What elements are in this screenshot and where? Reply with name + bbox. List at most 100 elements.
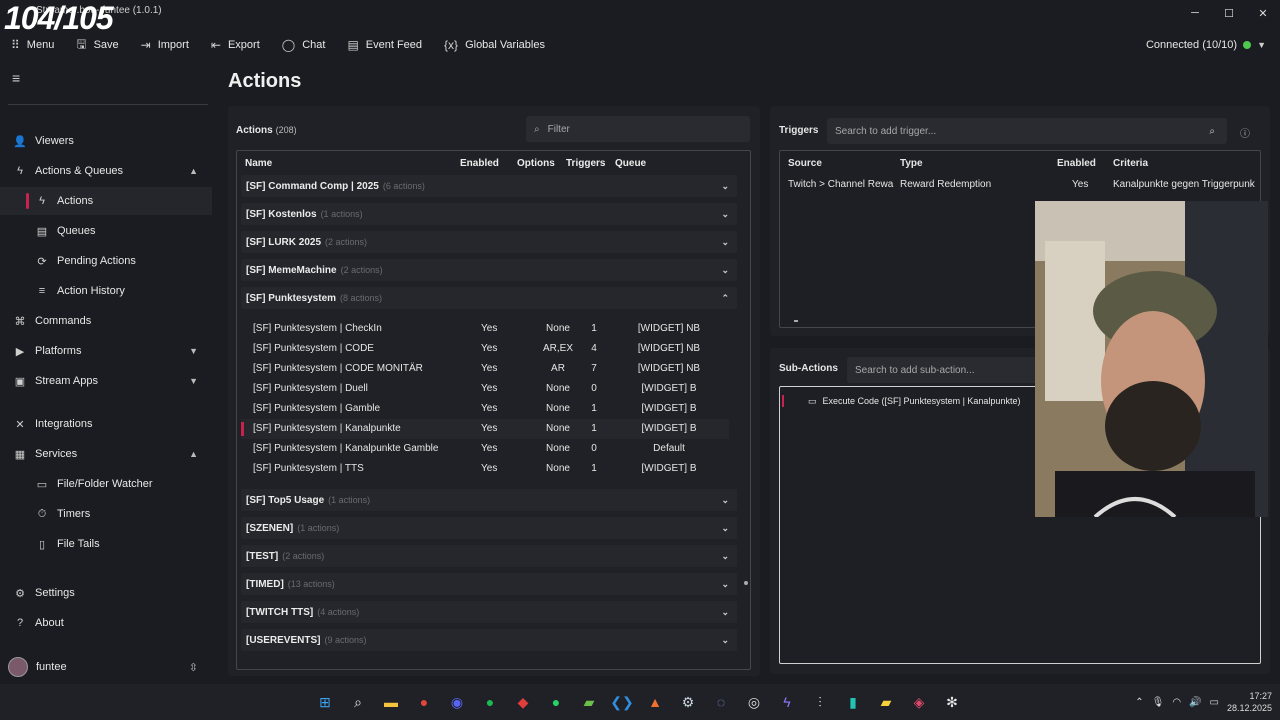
chevron-up-icon[interactable]: ▲ (189, 166, 198, 176)
sidebar-item-platforms[interactable]: ▶ Platforms ▼ (0, 337, 212, 365)
col-source[interactable]: Source (788, 158, 822, 169)
col-queue[interactable]: Queue (615, 158, 646, 169)
search-icon[interactable]: ⌕ (1209, 126, 1215, 137)
col-triggers[interactable]: Triggers (566, 158, 605, 169)
maximize-button[interactable]: ☐ (1212, 0, 1246, 26)
trigger-criteria[interactable]: Kanalpunkte gegen Triggerpunkte (1113, 179, 1255, 190)
battery-icon[interactable]: ▭ (1210, 697, 1219, 708)
user-profile[interactable]: funtee ⇳ (0, 654, 212, 680)
action-group[interactable]: [SF] Top5 Usage (1 actions) ⌄ (241, 489, 737, 511)
windows-start-icon[interactable]: ⊞ (314, 691, 336, 713)
action-group[interactable]: [USEREVENTS] (9 actions) ⌄ (241, 629, 737, 651)
info-icon[interactable]: ⓘ (1240, 125, 1250, 140)
volume-icon[interactable]: 🔊 (1189, 697, 1201, 708)
toolbar-global-variables-button[interactable]: {x} Global Variables (433, 30, 556, 60)
audio-icon[interactable]: ⫶ (809, 691, 831, 713)
connection-status[interactable]: Connected (10/10) ▼ (1146, 30, 1266, 60)
chatgpt-icon[interactable]: ✻ (941, 691, 963, 713)
chevron-down-icon[interactable]: ▼ (189, 346, 198, 356)
hamburger-menu-icon[interactable]: ≡ (12, 70, 20, 86)
sidebar-item-integrations[interactable]: ✕ Integrations (0, 410, 212, 438)
app-red-icon[interactable]: ◆ (512, 691, 534, 713)
table-row[interactable]: [SF] Punktesystem | Gamble Yes None 1 [WIDGE… (241, 399, 729, 419)
chevron-down-icon[interactable]: ▼ (189, 376, 198, 386)
toolbar-chat-button[interactable]: ◯ Chat (271, 30, 337, 60)
sidebar-item-file-tails[interactable]: ▯ File Tails (0, 530, 212, 558)
search-icon[interactable]: ⌕ (347, 691, 369, 713)
microphone-icon[interactable]: 🎙 (1152, 697, 1165, 708)
clock[interactable]: 17:27 28.12.2025 (1227, 690, 1272, 714)
discord-icon[interactable]: ◉ (446, 691, 468, 713)
close-button[interactable]: ✕ (1246, 0, 1280, 26)
obs-icon[interactable]: ◎ (743, 691, 765, 713)
chevron-down-icon[interactable]: ⌄ (721, 635, 729, 646)
chevron-down-icon[interactable]: ⌄ (721, 523, 729, 534)
sidebar-item-commands[interactable]: ⌘ Commands (0, 307, 212, 335)
col-options[interactable]: Options (517, 158, 555, 169)
trigger-type[interactable]: Reward Redemption (900, 179, 991, 190)
table-row[interactable]: [SF] Punktesystem | TTS Yes None 1 [WIDGET] … (241, 459, 729, 479)
sidebar-item-action-history[interactable]: ≡ Action History (0, 277, 212, 305)
chevron-down-icon[interactable]: ⌄ (721, 551, 729, 562)
streamerbot-icon[interactable]: ϟ (776, 691, 798, 713)
chevron-down-icon[interactable]: ⌄ (721, 209, 729, 220)
sidebar-item-about[interactable]: ? About (0, 609, 212, 637)
spotify-icon[interactable]: ● (479, 691, 501, 713)
chevron-up-icon[interactable]: ⌃ (721, 293, 729, 304)
toolbar-event-feed-button[interactable]: ▤ Event Feed (336, 30, 433, 60)
table-row[interactable]: [SF] Punktesystem | Duell Yes None 0 [WIDGET… (241, 379, 729, 399)
davinci-icon[interactable]: ◈ (908, 691, 930, 713)
col-criteria[interactable]: Criteria (1113, 158, 1148, 169)
wifi-icon[interactable]: ◠ (1172, 697, 1181, 708)
tray-chevron-icon[interactable]: ⌃ (1135, 697, 1143, 708)
action-group[interactable]: [SF] LURK 2025 (2 actions) ⌄ (241, 231, 737, 253)
action-group[interactable]: [TIMED] (13 actions) ⌄ (241, 573, 737, 595)
sidebar-item-queues[interactable]: ▤ Queues (0, 217, 212, 245)
table-row[interactable]: [SF] Punktesystem | CODE Yes AR,EX 4 [WIDGET… (241, 339, 729, 359)
chevron-down-icon[interactable]: ⌄ (721, 181, 729, 192)
chevron-down-icon[interactable]: ⌄ (721, 607, 729, 618)
chevron-down-icon[interactable]: ⌄ (721, 495, 729, 506)
chevron-up-icon[interactable]: ▲ (189, 449, 198, 459)
trigger-source[interactable]: Twitch > Channel Rewa (788, 179, 896, 190)
table-row[interactable]: [SF] Punktesystem | Kanalpunkte Gamble Ye… (241, 439, 729, 459)
chevron-down-icon[interactable]: ⌄ (721, 579, 729, 590)
action-group[interactable]: [TWITCH TTS] (4 actions) ⌄ (241, 601, 737, 623)
sidebar-item-settings[interactable]: ⚙ Settings (0, 579, 212, 607)
notes-icon[interactable]: ▰ (875, 691, 897, 713)
filter-input[interactable]: ⌕ Filter (526, 116, 750, 142)
user-menu-chevron-icon[interactable]: ⇳ (189, 661, 198, 674)
sidebar-item-actions-queues[interactable]: ϟ Actions & Queues ▲ (0, 157, 212, 185)
sidebar-item-actions[interactable]: ϟ Actions (0, 187, 212, 215)
toolbar-export-button[interactable]: ⇤ Export (200, 30, 271, 60)
app-teal-icon[interactable]: ▮ (842, 691, 864, 713)
col-type[interactable]: Type (900, 158, 923, 169)
chevron-down-icon[interactable]: ▼ (1257, 40, 1266, 50)
resize-handle[interactable] (794, 320, 798, 322)
action-group[interactable]: [SF] MemeMachine (2 actions) ⌄ (241, 259, 737, 281)
sidebar-item-pending-actions[interactable]: ⟳ Pending Actions (0, 247, 212, 275)
whatsapp-icon[interactable]: ● (545, 691, 567, 713)
minimize-button[interactable]: ─ (1178, 0, 1212, 26)
sidebar-item-stream-apps[interactable]: ▣ Stream Apps ▼ (0, 367, 212, 395)
chevron-down-icon[interactable]: ⌄ (721, 265, 729, 276)
col-name[interactable]: Name (245, 158, 272, 169)
action-group[interactable]: [SZENEN] (1 actions) ⌄ (241, 517, 737, 539)
scrollbar-thumb[interactable] (744, 581, 748, 585)
action-group[interactable]: [SF] Kostenlos (1 actions) ⌄ (241, 203, 737, 225)
app-blue-icon[interactable]: ◌ (710, 691, 732, 713)
chevron-down-icon[interactable]: ⌄ (721, 237, 729, 248)
vscode-icon[interactable]: ❮❯ (610, 691, 633, 713)
table-row[interactable]: [SF] Punktesystem | CODE MONITÄR Yes AR 7 [W… (241, 359, 729, 379)
table-row[interactable]: [SF] Punktesystem | CheckIn Yes None 1 [WIDG… (241, 319, 729, 339)
app-green-icon[interactable]: ▰ (578, 691, 600, 713)
action-group[interactable]: [SF] Command Comp | 2025 (6 actions) ⌄ (241, 175, 737, 197)
trigger-search-input[interactable]: Search to add trigger... ⌕ (827, 118, 1227, 144)
sidebar-item-viewers[interactable]: 👤 Viewers (0, 127, 212, 155)
trigger-enabled[interactable]: Yes (1072, 179, 1088, 190)
sidebar-item-services[interactable]: ▦ Services ▲ (0, 440, 212, 468)
table-row[interactable]: [SF] Punktesystem | Kanalpunkte Yes None 1 [… (241, 419, 729, 439)
action-group[interactable]: [SF] Punktesystem (8 actions) ⌃ (241, 287, 737, 309)
sidebar-item-timers[interactable]: ⏱ Timers (0, 500, 212, 528)
subaction-search-input[interactable]: Search to add sub-action... (847, 357, 1047, 383)
